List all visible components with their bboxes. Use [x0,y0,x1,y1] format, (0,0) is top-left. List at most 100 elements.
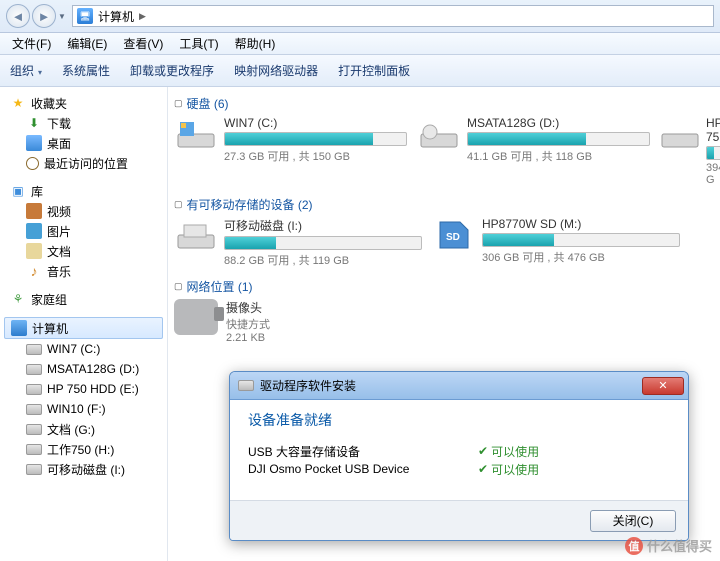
drive-i[interactable]: 可移动磁盘 (I:) 88.2 GB 可用 , 共 119 GB [174,217,422,268]
sidebar-drive-d[interactable]: MSATA128G (D:) [0,359,167,379]
dialog-heading: 设备准备就绪 [248,410,670,430]
camera-icon [174,299,218,335]
toolbar-uninstall[interactable]: 卸载或更改程序 [130,62,214,79]
video-icon [26,203,42,219]
menu-tools[interactable]: 工具(T) [173,33,224,54]
sidebar-drive-f[interactable]: WIN10 (F:) [0,399,167,419]
music-icon: ♪ [26,263,42,279]
nav-forward-button[interactable]: ► [32,4,56,28]
section-removable[interactable]: ▢有可移动存储的设备 (2) [174,196,720,213]
device-row: USB 大容量存储设备 ✔可以使用 [248,442,670,460]
drive-sub: 394 G [706,162,720,186]
titlebar: ◄ ► ▼ 🖥 计算机 ▶ [0,0,720,33]
dialog-titlebar[interactable]: 驱动程序软件安装 ✕ [230,372,688,400]
drive-sub: 88.2 GB 可用 , 共 119 GB [224,252,422,268]
collapse-icon: ▢ [174,98,183,109]
drive-name: MSATA128G (D:) [467,116,650,130]
sidebar-computer[interactable]: 计算机 [4,317,163,339]
drive-icon [26,384,42,395]
watermark-icon: 值 [625,537,643,555]
address-location: 计算机 [98,8,134,25]
drive-sub: 41.1 GB 可用 , 共 118 GB [467,148,650,164]
library-icon: ▣ [10,183,26,199]
sidebar-drive-e[interactable]: HP 750 HDD (E:) [0,379,167,399]
sidebar-videos[interactable]: 视频 [0,201,167,221]
drive-icon [26,364,42,375]
drive-icon [26,344,42,355]
device-name: USB 大容量存储设备 [248,443,478,460]
download-icon: ⬇ [26,115,42,131]
hdd-icon [417,116,461,152]
device-name: DJI Osmo Pocket USB Device [248,462,478,476]
recent-icon [26,157,39,170]
menubar: 文件(F) 编辑(E) 查看(V) 工具(T) 帮助(H) [0,33,720,55]
driver-install-dialog: 驱动程序软件安装 ✕ 设备准备就绪 USB 大容量存储设备 ✔可以使用 DJI … [229,371,689,541]
collapse-icon: ▢ [174,281,183,292]
address-bar[interactable]: 🖥 计算机 ▶ [72,5,714,27]
toolbar-map-network-drive[interactable]: 映射网络驱动器 [234,62,318,79]
drive-e[interactable]: HP 75 394 G [660,116,720,186]
nav-back-button[interactable]: ◄ [6,4,30,28]
sidebar-drive-i[interactable]: 可移动磁盘 (I:) [0,459,167,479]
drive-icon [26,444,42,455]
homegroup-icon: ⚘ [10,291,26,307]
drive-c[interactable]: WIN7 (C:) 27.3 GB 可用 , 共 150 GB [174,116,407,186]
menu-edit[interactable]: 编辑(E) [61,33,113,54]
network-camera[interactable]: 摄像头 快捷方式 2.21 KB [174,299,720,344]
removable-disk-icon [174,217,218,253]
sidebar-documents[interactable]: 文档 [0,241,167,261]
sidebar-drive-c[interactable]: WIN7 (C:) [0,339,167,359]
sidebar-recent[interactable]: 最近访问的位置 [0,153,167,173]
sidebar-pictures[interactable]: 图片 [0,221,167,241]
drive-sub: 27.3 GB 可用 , 共 150 GB [224,148,407,164]
toolbar-control-panel[interactable]: 打开控制面板 [338,62,410,79]
hdd-icon [174,116,218,152]
sidebar-favorites[interactable]: ★收藏夹 [0,93,167,113]
device-status: ✔可以使用 [478,461,539,478]
menu-file[interactable]: 文件(F) [6,33,57,54]
drive-d[interactable]: MSATA128G (D:) 41.1 GB 可用 , 共 118 GB [417,116,650,186]
usage-bar [224,236,422,250]
check-icon: ✔ [478,444,488,458]
toolbar-organize[interactable]: 组织 [10,62,42,79]
drive-icon [26,424,42,435]
sidebar-drive-g[interactable]: 文档 (G:) [0,419,167,439]
dialog-close-button[interactable]: ✕ [642,377,684,395]
dialog-close-action-button[interactable]: 关闭(C) [590,510,676,532]
desktop-icon [26,135,42,151]
sidebar-libraries[interactable]: ▣库 [0,181,167,201]
section-hdd[interactable]: ▢硬盘 (6) [174,95,720,112]
netloc-name: 摄像头 [226,299,270,316]
watermark: 值什么值得买 [625,536,712,555]
menu-view[interactable]: 查看(V) [117,33,169,54]
drive-m[interactable]: SD HP8770W SD (M:) 306 GB 可用 , 共 476 GB [432,217,680,268]
chevron-right-icon: ▶ [139,11,146,22]
usage-bar [482,233,680,247]
drive-icon [238,380,254,391]
sidebar-drive-h[interactable]: 工作750 (H:) [0,439,167,459]
toolbar-system-properties[interactable]: 系统属性 [62,62,110,79]
sidebar-music[interactable]: ♪音乐 [0,261,167,281]
sidebar-homegroup[interactable]: ⚘家庭组 [0,289,167,309]
sidebar: ★收藏夹 ⬇下载 桌面 最近访问的位置 ▣库 视频 图片 文档 ♪音乐 ⚘家庭组… [0,87,168,561]
nav-history-dropdown[interactable]: ▼ [58,12,68,21]
picture-icon [26,223,42,239]
dialog-title: 驱动程序软件安装 [260,377,356,394]
drive-name: WIN7 (C:) [224,116,407,130]
menu-help[interactable]: 帮助(H) [229,33,282,54]
netloc-type: 快捷方式 [226,316,270,332]
sd-card-icon: SD [432,217,476,253]
svg-text:SD: SD [446,232,460,243]
sidebar-downloads[interactable]: ⬇下载 [0,113,167,133]
section-network[interactable]: ▢网络位置 (1) [174,278,720,295]
computer-icon [11,320,27,336]
drive-icon [26,464,42,475]
netloc-size: 2.21 KB [226,332,270,344]
drive-sub: 306 GB 可用 , 共 476 GB [482,249,680,265]
toolbar: 组织 系统属性 卸载或更改程序 映射网络驱动器 打开控制面板 [0,55,720,87]
sidebar-desktop[interactable]: 桌面 [0,133,167,153]
usage-bar [467,132,650,146]
collapse-icon: ▢ [174,199,183,210]
drive-name: HP 75 [706,116,720,144]
check-icon: ✔ [478,462,488,476]
